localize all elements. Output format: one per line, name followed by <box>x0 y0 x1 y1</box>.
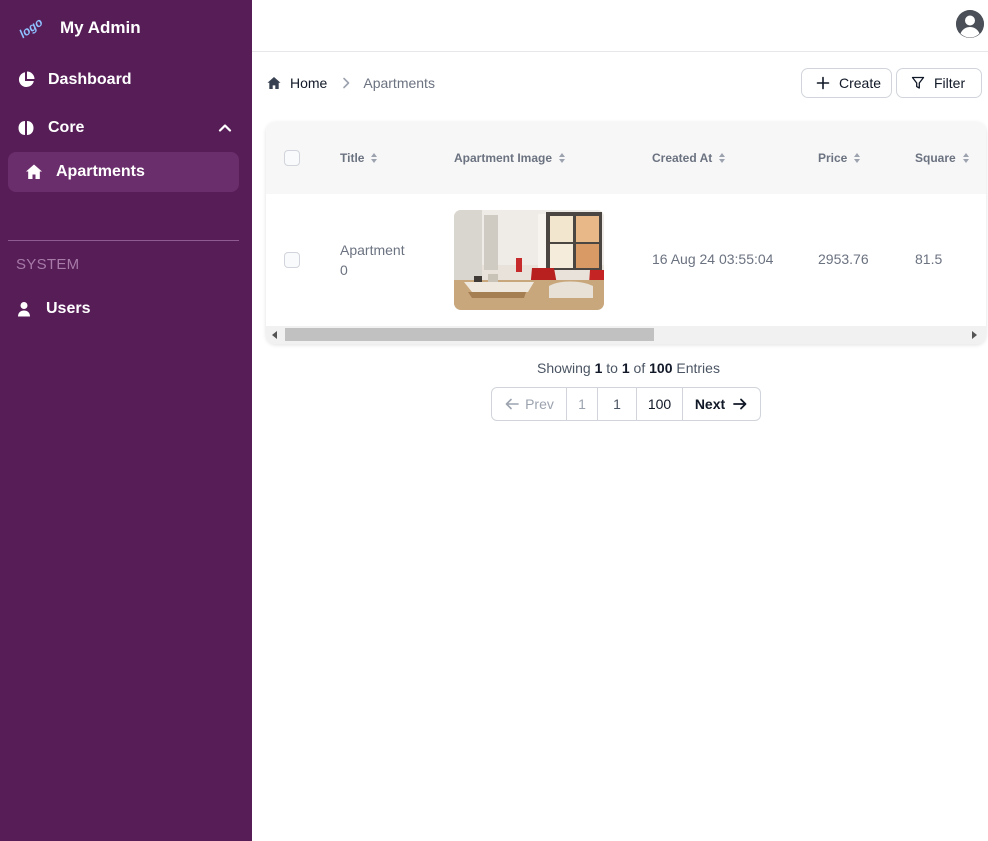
brain-icon <box>16 118 36 138</box>
cell-price: 2953.76 <box>818 251 869 267</box>
column-header-price[interactable]: Price <box>818 151 861 165</box>
sort-icon <box>559 153 566 163</box>
sort-icon <box>854 153 861 163</box>
create-button-label: Create <box>839 75 882 91</box>
brand[interactable]: logo My Admin <box>16 12 141 44</box>
section-label-system: SYSTEM <box>16 256 80 273</box>
scroll-left-arrow-icon[interactable] <box>272 331 277 339</box>
select-all-checkbox[interactable] <box>284 150 300 166</box>
breadcrumb-home[interactable]: Home <box>290 75 327 91</box>
page-button[interactable]: 100 <box>637 388 683 420</box>
column-header-created-at[interactable]: Created At <box>652 151 726 165</box>
data-table: Title Apartment Image Created At Price S… <box>266 122 986 344</box>
sidebar: logo My Admin Dashboard Core Apartments … <box>0 0 252 841</box>
sidebar-item-label: Users <box>46 300 91 317</box>
user-avatar-icon[interactable] <box>956 10 984 38</box>
breadcrumb: Home Apartments <box>267 73 435 93</box>
breadcrumb-current: Apartments <box>363 75 435 91</box>
sort-icon <box>962 153 970 163</box>
chevron-up-icon[interactable] <box>217 120 233 136</box>
next-button[interactable]: Next <box>683 388 760 420</box>
apartment-image[interactable] <box>454 210 604 310</box>
sort-icon <box>371 153 378 163</box>
logo: logo <box>16 15 46 42</box>
home-icon <box>24 162 44 182</box>
sidebar-item-apartments[interactable]: Apartments <box>8 152 239 192</box>
pie-chart-icon <box>16 70 36 90</box>
column-header-apartment-image[interactable]: Apartment Image <box>454 151 566 165</box>
column-header-title[interactable]: Title <box>340 151 378 165</box>
arrow-right-icon <box>732 396 748 412</box>
column-header-square[interactable]: Square <box>915 151 970 165</box>
sort-icon <box>719 153 726 163</box>
filter-icon <box>911 76 925 90</box>
sidebar-item-users[interactable]: Users <box>8 289 239 329</box>
arrow-left-icon <box>504 396 520 412</box>
chevron-right-icon <box>339 76 353 90</box>
sidebar-item-core[interactable]: Core <box>8 108 239 148</box>
filter-button-label: Filter <box>934 75 966 91</box>
user-icon <box>16 299 32 319</box>
pagination: Prev 1 1 100 Next <box>491 387 761 421</box>
sidebar-item-label: Apartments <box>56 163 145 180</box>
plus-icon <box>816 76 830 90</box>
sidebar-item-label: Dashboard <box>48 71 132 88</box>
table-header: Title Apartment Image Created At Price S… <box>266 122 986 194</box>
app-title: My Admin <box>60 18 141 37</box>
home-icon[interactable] <box>267 76 281 90</box>
scroll-right-arrow-icon[interactable] <box>972 331 977 339</box>
page-button[interactable]: 1 <box>567 388 598 420</box>
filter-button[interactable]: Filter <box>896 68 982 98</box>
cell-square: 81.5 <box>915 251 943 267</box>
page-input[interactable]: 1 <box>598 388 637 420</box>
top-bar <box>252 0 988 52</box>
horizontal-scrollbar[interactable] <box>266 326 986 344</box>
pagination-summary: Showing 1 to 1 of 100 Entries <box>537 360 720 376</box>
create-button[interactable]: Create <box>801 68 892 98</box>
scrollbar-thumb[interactable] <box>285 328 654 341</box>
prev-button[interactable]: Prev <box>492 388 567 420</box>
sidebar-item-label: Core <box>48 119 85 136</box>
row-checkbox[interactable] <box>284 252 300 268</box>
cell-created-at: 16 Aug 24 03:55:04 <box>652 251 774 267</box>
sidebar-divider <box>8 240 239 241</box>
sidebar-item-dashboard[interactable]: Dashboard <box>8 60 239 100</box>
cell-title: Apartment 0 <box>340 242 405 278</box>
